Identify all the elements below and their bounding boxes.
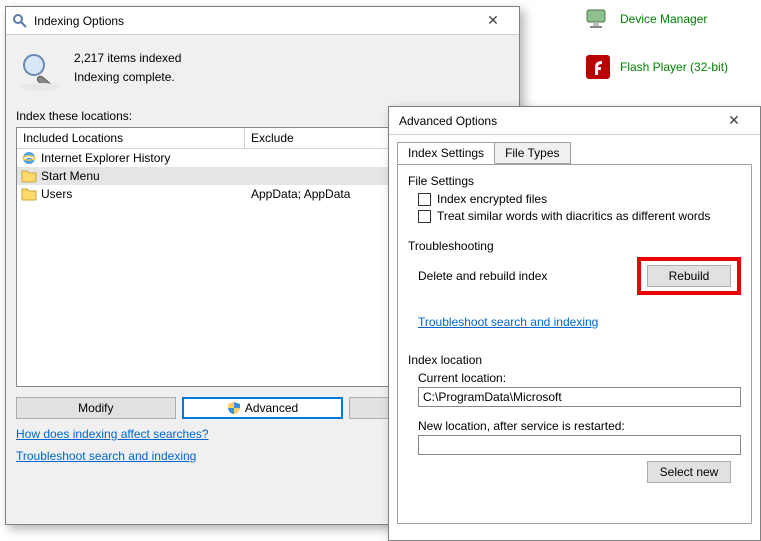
folder-icon (21, 168, 37, 184)
delete-rebuild-label: Delete and rebuild index (418, 269, 547, 283)
group-troubleshooting: Troubleshooting (408, 239, 741, 253)
chk-diacritics-label: Treat similar words with diacritics as d… (437, 209, 710, 223)
advanced-button-label: Advanced (245, 401, 298, 415)
folder-icon (21, 186, 37, 202)
current-location-field[interactable] (418, 387, 741, 407)
cpanel-device-manager[interactable]: Device Manager (582, 3, 707, 35)
indexing-magnifier-icon (16, 47, 64, 95)
tab-file-types[interactable]: File Types (494, 142, 570, 164)
rebuild-button[interactable]: Rebuild (647, 265, 731, 287)
indexing-titlebar[interactable]: Indexing Options ✕ (6, 7, 519, 35)
indexing-title: Indexing Options (34, 14, 473, 28)
advanced-title: Advanced Options (395, 114, 714, 128)
modify-button[interactable]: Modify (16, 397, 176, 419)
flash-player-icon (582, 51, 614, 83)
indexing-status-text: Indexing complete. (74, 68, 181, 87)
cpanel-device-manager-label: Device Manager (620, 12, 707, 26)
new-location-label: New location, after service is restarted… (418, 419, 741, 433)
checkbox-icon (418, 193, 431, 206)
chk-diacritics[interactable]: Treat similar words with diacritics as d… (418, 209, 741, 223)
col-included[interactable]: Included Locations (17, 128, 245, 148)
indexing-title-icon (12, 13, 28, 29)
chk-encrypted-label: Index encrypted files (437, 192, 547, 206)
row-name: Internet Explorer History (41, 151, 170, 165)
advanced-titlebar[interactable]: Advanced Options ✕ (389, 107, 760, 135)
advanced-tabs: Index Settings File Types (397, 142, 752, 165)
advanced-button[interactable]: Advanced (182, 397, 344, 419)
cpanel-flash-player-label: Flash Player (32-bit) (620, 60, 728, 74)
group-file-settings: File Settings (408, 174, 741, 188)
cpanel-flash-player[interactable]: Flash Player (32-bit) (582, 51, 728, 83)
shield-icon (227, 401, 241, 415)
row-name: Start Menu (41, 169, 100, 183)
ie-icon (21, 150, 37, 166)
rebuild-highlight: Rebuild (637, 257, 741, 295)
new-location-field[interactable] (418, 435, 741, 455)
device-manager-icon (582, 3, 614, 35)
group-index-location: Index location (408, 353, 741, 367)
current-location-label: Current location: (418, 371, 741, 385)
select-new-button[interactable]: Select new (647, 461, 731, 483)
advanced-options-window: Advanced Options ✕ Index Settings File T… (388, 106, 761, 541)
indexing-close-button[interactable]: ✕ (473, 7, 513, 35)
adv-link-troubleshoot[interactable]: Troubleshoot search and indexing (418, 315, 741, 329)
checkbox-icon (418, 210, 431, 223)
chk-encrypted[interactable]: Index encrypted files (418, 192, 741, 206)
row-name: Users (41, 187, 72, 201)
advanced-close-button[interactable]: ✕ (714, 107, 754, 135)
tab-index-settings[interactable]: Index Settings (397, 142, 495, 164)
items-indexed-text: 2,217 items indexed (74, 49, 181, 68)
